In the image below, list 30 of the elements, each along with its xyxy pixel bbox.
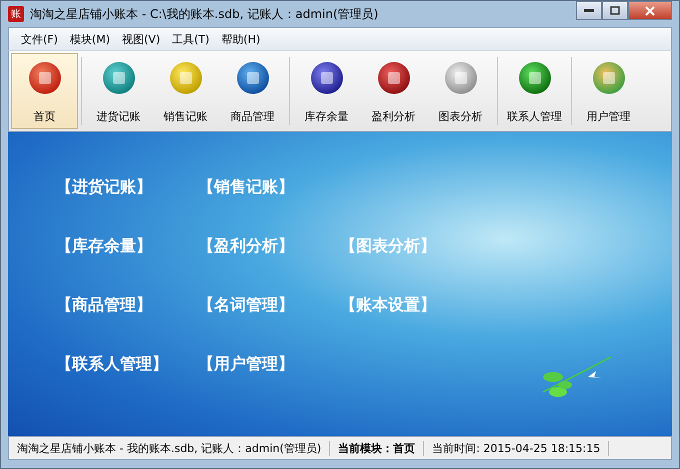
minimize-button[interactable] bbox=[576, 1, 602, 20]
module-link[interactable]: 【联系人管理】 bbox=[56, 354, 198, 375]
module-link[interactable]: 【商品管理】 bbox=[56, 295, 198, 316]
toolbar-button[interactable]: 用户管理 bbox=[575, 53, 642, 129]
toolbar-button[interactable]: 联系人管理 bbox=[501, 53, 568, 129]
toolbar-button[interactable]: 盈利分析 bbox=[360, 53, 427, 129]
module-link[interactable]: 【库存余量】 bbox=[56, 236, 198, 257]
menu-item[interactable]: 视图(V) bbox=[116, 32, 166, 46]
toolbar-button[interactable]: 进货记账 bbox=[85, 53, 152, 129]
toolbar-button[interactable]: 库存余量 bbox=[293, 53, 360, 129]
maximize-button[interactable] bbox=[602, 1, 628, 20]
module-link[interactable]: 【进货记账】 bbox=[56, 177, 198, 198]
close-button[interactable] bbox=[628, 1, 672, 20]
status-module: 当前模块：首页 bbox=[330, 440, 424, 456]
menu-item[interactable]: 帮助(H) bbox=[215, 32, 266, 46]
module-link[interactable]: 【用户管理】 bbox=[198, 354, 340, 375]
maximize-icon bbox=[610, 6, 620, 15]
minimize-icon bbox=[584, 8, 594, 12]
toolbar-button[interactable]: 销售记账 bbox=[152, 53, 219, 129]
app-logo-icon: 账 bbox=[8, 6, 24, 22]
toolbar-button[interactable]: 首页 bbox=[11, 53, 78, 129]
menu-item[interactable]: 模块(M) bbox=[64, 32, 116, 46]
status-info: 淘淘之星店铺小账本 - 我的账本.sdb, 记账人：admin(管理员) bbox=[9, 440, 330, 456]
toolbar-button[interactable]: 图表分析 bbox=[427, 53, 494, 129]
menu-item[interactable]: 文件(F) bbox=[15, 32, 64, 46]
close-icon bbox=[645, 6, 655, 16]
toolbar-button[interactable]: 商品管理 bbox=[219, 53, 286, 129]
menu-item[interactable]: 工具(T) bbox=[166, 32, 216, 46]
status-time: 当前时间: 2015-04-25 18:15:15 bbox=[424, 440, 610, 456]
window-title: 淘淘之星店铺小账本 - C:\我的账本.sdb, 记账人：admin(管理员) bbox=[30, 6, 380, 22]
